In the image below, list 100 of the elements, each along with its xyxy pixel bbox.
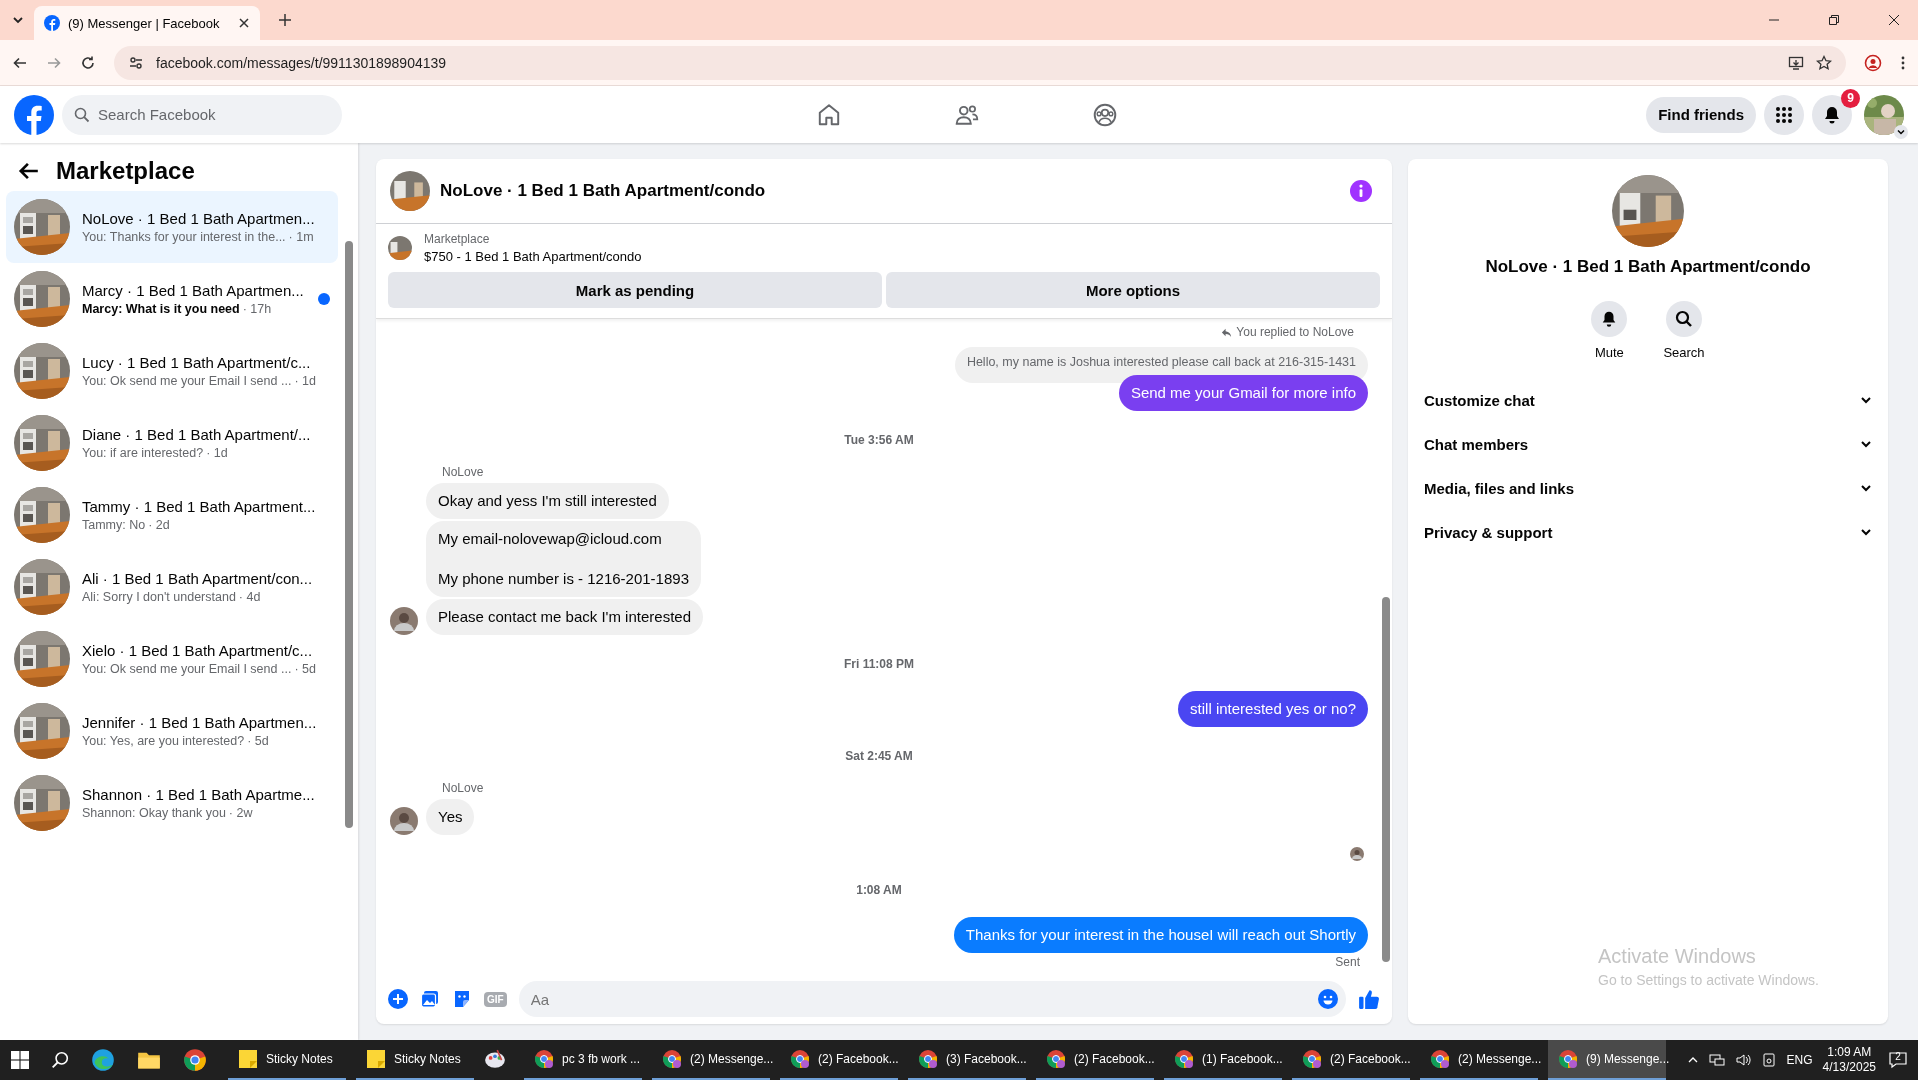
delivery-status: Sent xyxy=(1335,955,1360,969)
note-icon xyxy=(238,1049,258,1069)
chrome-icon xyxy=(662,1049,682,1069)
received-message: My email-nolovewap@icloud.com My phone number is - 1216-201-1893 xyxy=(426,521,701,597)
conversation-name: Lucy · 1 Bed 1 Bath Apartment/c... xyxy=(82,354,312,371)
restore-icon[interactable] xyxy=(1828,14,1840,26)
section-row[interactable]: Privacy & support xyxy=(1424,510,1872,554)
section-row[interactable]: Chat members xyxy=(1424,422,1872,466)
network-icon[interactable] xyxy=(1708,1052,1725,1068)
message-preview: Shannon: Okay thank you xyxy=(82,806,226,820)
chrome-icon xyxy=(1302,1049,1322,1069)
site-settings-icon[interactable] xyxy=(128,54,144,71)
message-time: · 2w xyxy=(228,806,253,820)
install-icon[interactable] xyxy=(1788,54,1804,71)
chat-title[interactable]: NoLove · 1 Bed 1 Bath Apartment/condo xyxy=(440,181,766,201)
close-icon[interactable] xyxy=(1888,14,1900,26)
taskbar-app[interactable]: Sticky Notes xyxy=(356,1040,474,1080)
search-icon xyxy=(74,106,90,123)
browser-tab[interactable]: (9) Messenger | Facebook xyxy=(34,6,260,40)
conversation-item[interactable]: Xielo · 1 Bed 1 Bath Apartment/c... You: Ok send me your Email I send ... · 5d xyxy=(6,623,338,695)
sent-message: Thanks for your interest in the houseI will reach out Shortly xyxy=(953,917,1368,953)
conversation-item[interactable]: Ali · 1 Bed 1 Bath Apartment/con... Ali: Sorry I don't understand · 4d xyxy=(6,551,338,623)
new-tab-icon[interactable] xyxy=(278,13,292,27)
search-button[interactable] xyxy=(1666,301,1702,337)
received-message: Yes xyxy=(426,799,475,835)
home-icon[interactable] xyxy=(816,101,842,128)
conversation-item[interactable]: Jennifer · 1 Bed 1 Bath Apartmen... You: Yes, are you interested? · 5d xyxy=(6,695,338,767)
search-field[interactable]: Search Facebook xyxy=(62,94,342,135)
message-time: · 5d xyxy=(294,662,316,676)
taskbar-app[interactable]: (2) Facebook... xyxy=(780,1040,898,1080)
activation-title: Activate Windows xyxy=(1598,945,1757,968)
star-icon[interactable] xyxy=(1816,54,1832,71)
message-field[interactable]: Aa xyxy=(518,981,1346,1017)
start-icon[interactable] xyxy=(11,1051,29,1069)
sticker-icon[interactable] xyxy=(452,989,472,1009)
conversation-name: Jennifer · 1 Bed 1 Bath Apartmen... xyxy=(82,714,318,731)
listing-button[interactable]: More options xyxy=(886,272,1380,308)
section-title: Marketplace xyxy=(56,157,195,185)
menu-button[interactable] xyxy=(1764,94,1804,135)
close-icon[interactable] xyxy=(238,17,250,29)
timestamp: Sat 2:45 AM xyxy=(845,749,913,763)
device-icon[interactable] xyxy=(1760,1052,1777,1068)
plus-icon[interactable] xyxy=(388,989,408,1009)
clock-time[interactable]: 1:09 AM xyxy=(1827,1045,1872,1060)
avatar-icon[interactable] xyxy=(390,607,418,635)
message-time: · 4d xyxy=(238,590,261,604)
search-icon xyxy=(1675,310,1693,328)
thumbs-up-icon[interactable] xyxy=(1358,988,1380,1010)
message-time: · 1d xyxy=(206,446,228,460)
sent-message: Send me your Gmail for more info xyxy=(1118,375,1368,411)
browser-icon[interactable] xyxy=(91,1048,115,1072)
conversation-item[interactable]: Marcy · 1 Bed 1 Bath Apartmen... Marcy: What is it you need · 17h xyxy=(6,263,338,335)
back-icon[interactable] xyxy=(18,160,40,182)
profile-icon[interactable] xyxy=(1864,53,1882,72)
sender-name: NoLove xyxy=(442,781,484,795)
listing-button[interactable]: Mark as pending xyxy=(388,272,882,308)
message-time: · 1d xyxy=(294,374,316,388)
menu-icon[interactable] xyxy=(1900,54,1906,71)
caret-icon[interactable] xyxy=(1894,124,1908,139)
emoji-icon[interactable] xyxy=(1318,989,1338,1009)
image-icon[interactable] xyxy=(420,989,440,1009)
language-indicator[interactable]: ENG xyxy=(1786,1053,1813,1067)
chat-title: NoLove · 1 Bed 1 Bath Apartment/condo xyxy=(1485,257,1811,277)
chrome-icon xyxy=(790,1049,810,1069)
avatar-icon[interactable] xyxy=(390,807,418,835)
find-friends-button[interactable]: Find friends xyxy=(1646,96,1756,133)
message-time: · 5d xyxy=(247,734,269,748)
sent-message: still interested yes or no? xyxy=(1178,691,1368,727)
taskbar-app[interactable]: Sticky Notes xyxy=(228,1040,346,1080)
chrome-icon xyxy=(534,1049,554,1069)
notifications-button[interactable] xyxy=(1812,94,1852,135)
message-preview: Marcy: What is it you need xyxy=(82,302,240,316)
conversation-item[interactable]: Tammy · 1 Bed 1 Bath Apartment... Tammy: No · 2d xyxy=(6,479,338,551)
taskbar-app[interactable]: (2) Facebook... xyxy=(1292,1040,1410,1080)
conversation-item[interactable]: Shannon · 1 Bed 1 Bath Apartme... Shannon: Okay thank you · 2w xyxy=(6,767,338,839)
taskbar-app[interactable]: (3) Facebook... xyxy=(908,1040,1026,1080)
search-icon[interactable] xyxy=(51,1051,69,1069)
message-preview: You: Ok send me your Email I send ... xyxy=(82,374,292,388)
reload-icon[interactable] xyxy=(80,54,96,71)
taskbar-app[interactable]: (2) Facebook... xyxy=(1036,1040,1154,1080)
taskbar-app[interactable]: (1) Facebook... xyxy=(1164,1040,1282,1080)
facebook-logo[interactable] xyxy=(14,94,54,135)
info-icon[interactable] xyxy=(1350,180,1372,202)
groups-icon[interactable] xyxy=(1092,101,1118,128)
facebook-icon xyxy=(44,15,60,31)
listing-title[interactable]: $750 - 1 Bed 1 Bath Apartment/condo xyxy=(424,249,642,264)
volume-icon[interactable] xyxy=(1734,1052,1751,1068)
address-field[interactable]: facebook.com/messages/t/9911301898904139 xyxy=(114,45,1846,80)
chrome-icon[interactable] xyxy=(183,1048,207,1072)
taskbar-app[interactable]: pc 3 fb work ... xyxy=(524,1040,642,1080)
activation-text: Go to Settings to activate Windows. xyxy=(1598,972,1820,988)
conversation-item[interactable]: Lucy · 1 Bed 1 Bath Apartment/c... You: Ok send me your Email I send ... · 1d xyxy=(6,335,338,407)
conversation-item[interactable]: Diane · 1 Bed 1 Bath Apartment/... You: if are interested? · 1d xyxy=(6,407,338,479)
section-row[interactable]: Media, files and links xyxy=(1424,466,1872,510)
conversation-item[interactable]: NoLove · 1 Bed 1 Bath Apartmen... You: Thanks for your interest in the... · 1m xyxy=(6,191,338,263)
message-preview: You: Yes, are you interested? xyxy=(82,734,245,748)
section-row[interactable]: Customize chat xyxy=(1424,378,1872,422)
message-time: · 17h xyxy=(242,302,272,316)
clock-date[interactable]: 4/13/2025 xyxy=(1822,1060,1876,1075)
mute-button[interactable] xyxy=(1591,301,1628,337)
